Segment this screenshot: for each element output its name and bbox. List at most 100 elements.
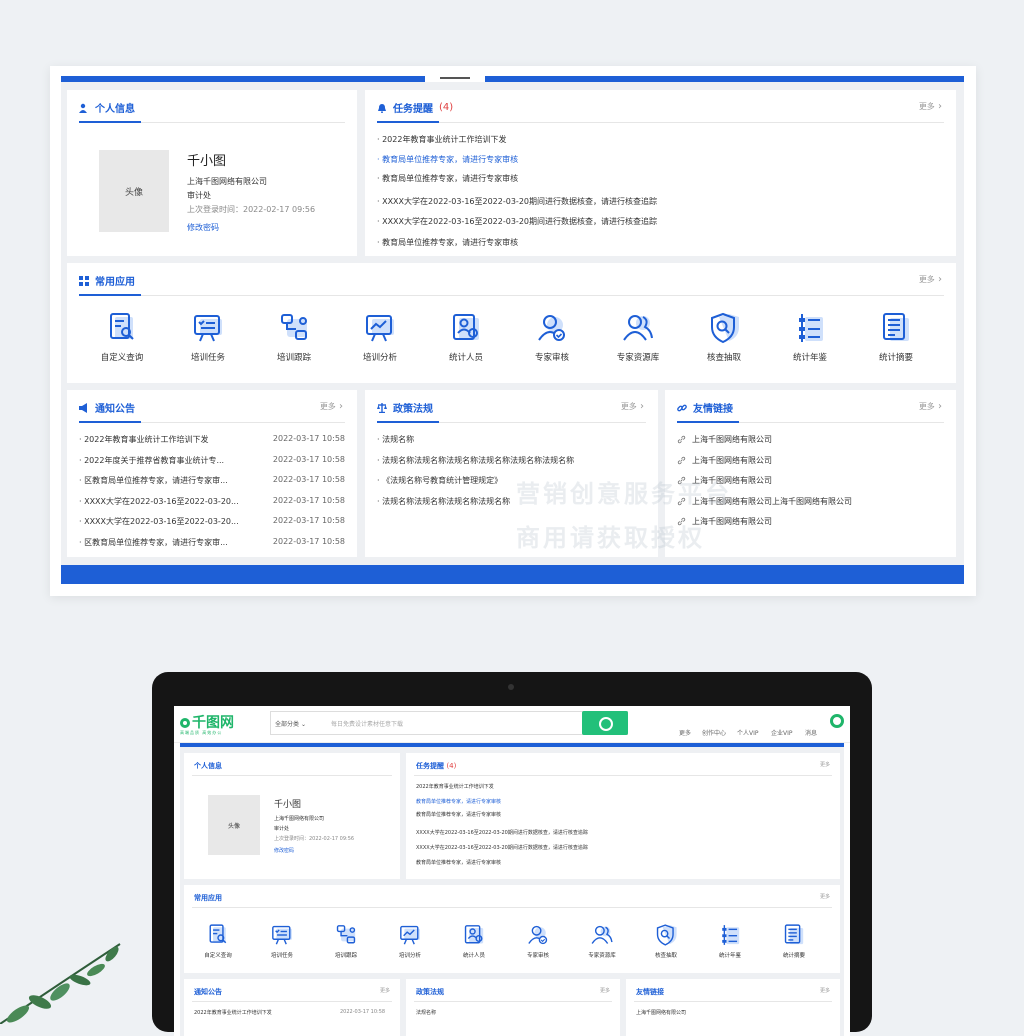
policy-item[interactable]: 法规名称 [377, 434, 414, 445]
apps-more-link[interactable]: 更多 [919, 274, 942, 285]
screen-task-more[interactable]: 更多 [820, 761, 830, 768]
nav-personal-vip[interactable]: 个人VIP [737, 728, 759, 737]
search-bar[interactable]: 全部分类 ⌄ 每日免费设计素材任意下载 [270, 711, 628, 735]
screen-app-0[interactable]: 自定义查询 [196, 923, 240, 959]
notice-row[interactable]: · 2022年度关于推荐省教育事业统计专... 2022-03-17 10:58 [79, 455, 345, 466]
screen-task-item[interactable]: 2022年教育事业统计工作培训下发 [416, 783, 494, 790]
nav-messages[interactable]: 消息 [805, 728, 817, 737]
friend-link-text: 上海千图网络有限公司 [692, 435, 772, 444]
task-item[interactable]: XXXX大学在2022-03-16至2022-03-20期间进行数据核查，请进行… [377, 216, 657, 227]
apps-title-text: 常用应用 [95, 277, 135, 288]
app-expert-review[interactable]: 专家审核 [517, 311, 587, 363]
notice-date: 2022-03-17 10:58 [272, 516, 345, 525]
user-card-icon [453, 314, 479, 340]
search-category-select[interactable]: 全部分类 ⌄ [275, 719, 306, 728]
notice-row[interactable]: · XXXX大学在2022-03-16至2022-03-20... 2022-03… [79, 496, 345, 507]
site-header: 千图网 高端品质 高效办公 全部分类 ⌄ 每日免费设计素材任意下载 更多 创作中… [174, 706, 850, 743]
change-password-link[interactable]: 修改密码 [187, 222, 219, 233]
task-count-badge: (4) [439, 102, 454, 113]
screen-app-label: 统计年鉴 [718, 953, 741, 959]
screen-app-label: 统计摘要 [782, 953, 805, 959]
notice-row[interactable]: · XXXX大学在2022-03-16至2022-03-20... 2022-03… [79, 516, 345, 527]
notice-date: 2022-03-17 10:58 [272, 434, 345, 443]
notice-text: 区教育局单位推荐专家，请进行专家审... [84, 538, 228, 547]
screen-links-card: 友情链接 更多 上海千图网络有限公司 [626, 979, 840, 1036]
screen-last-login: 上次登录时间：2022-02-17 09:56 [274, 836, 355, 842]
notice-row[interactable]: · 区教育局单位推荐专家，请进行专家审... 2022-03-17 10:58 [79, 475, 345, 486]
policy-item[interactable]: 法规名称法规名称法规名称法规名称法规名称法规名称 [377, 455, 574, 466]
task-item[interactable]: 2022年教育事业统计工作培训下发 [377, 134, 506, 145]
chart-board-icon [366, 315, 394, 342]
friend-link[interactable]: 上海千图网络有限公司 [677, 434, 772, 445]
screen-notice-more[interactable]: 更多 [380, 987, 390, 994]
task-item[interactable]: 教育局单位推荐专家，请进行专家审核 [377, 237, 518, 248]
screen-task-item[interactable]: XXXX大学在2022-03-16至2022-03-20期间进行数据核查，请进行… [416, 844, 588, 851]
app-training-analysis[interactable]: 培训分析 [345, 311, 415, 363]
site-logo[interactable]: 千图网 [180, 712, 234, 732]
user-avatar-icon[interactable] [830, 714, 844, 728]
policy-item[interactable]: 《法规名称号教育统计管理规定》 [377, 475, 502, 486]
screen-task-item[interactable]: 教育局单位推荐专家，请进行专家审核 [416, 859, 501, 866]
app-verification-sampling[interactable]: 核查抽取 [689, 311, 759, 363]
app-training-tracking[interactable]: 培训跟踪 [259, 311, 329, 363]
notice-more-link[interactable]: 更多 [320, 401, 343, 412]
screen-task-title: 任务提醒 (4) [416, 761, 456, 771]
task-more-link[interactable]: 更多 [919, 101, 942, 112]
profile-card: 个人信息 头像 千小图 上海千图网络有限公司 审计处 上次登录时间：2022-0… [67, 90, 357, 256]
screen-notice-text[interactable]: 2022年教育事业统计工作培训下发 [194, 1009, 272, 1016]
screen-profile-card: 个人信息 头像 千小图 上海千图网络有限公司 审计处 上次登录时间：2022-0… [184, 753, 400, 879]
app-custom-query[interactable]: 自定义查询 [87, 311, 157, 363]
screen-task-item[interactable]: XXXX大学在2022-03-16至2022-03-20期间进行数据核查，请进行… [416, 829, 588, 836]
task-item[interactable]: XXXX大学在2022-03-16至2022-03-20期间进行数据核查，请进行… [377, 196, 657, 207]
app-statistical-yearbook[interactable]: 统计年鉴 [775, 311, 845, 363]
users-icon [591, 925, 613, 944]
document-search-icon [209, 924, 227, 944]
task-item[interactable]: 教育局单位推荐专家，请进行专家审核 [377, 154, 518, 165]
screen-apps-more[interactable]: 更多 [820, 893, 830, 900]
link-icon [677, 435, 686, 444]
screen-policy-item[interactable]: 法规名称 [416, 1009, 436, 1016]
notice-text: 区教育局单位推荐专家，请进行专家审... [84, 476, 228, 485]
search-input[interactable]: 每日免费设计素材任意下载 [331, 719, 403, 728]
screen-app-5[interactable]: 专家审核 [516, 923, 560, 959]
task-item[interactable]: 教育局单位推荐专家，请进行专家审核 [377, 173, 518, 184]
screen-app-8[interactable]: 统计年鉴 [708, 923, 752, 959]
policy-item[interactable]: 法规名称法规名称法规名称法规名称 [377, 496, 510, 507]
policy-more-link[interactable]: 更多 [621, 401, 644, 412]
screen-app-6[interactable]: 专家资源库 [580, 923, 624, 959]
laptop-screen: 千图网 高端品质 高效办公 全部分类 ⌄ 每日免费设计素材任意下载 更多 创作中… [174, 706, 850, 1036]
screen-app-3[interactable]: 培训分析 [388, 923, 432, 959]
screen-avatar[interactable]: 头像 [208, 795, 260, 855]
friend-link[interactable]: 上海千图网络有限公司 [677, 455, 772, 466]
nav-creator-center[interactable]: 创作中心 [702, 728, 726, 737]
screen-app-4[interactable]: 统计人员 [452, 923, 496, 959]
screen-links-more[interactable]: 更多 [820, 987, 830, 994]
screen-change-password[interactable]: 修改密码 [274, 847, 294, 854]
screen-policy-more[interactable]: 更多 [600, 987, 610, 994]
screen-app-9[interactable]: 统计摘要 [772, 923, 816, 959]
links-more-link[interactable]: 更多 [919, 401, 942, 412]
nav-more[interactable]: 更多 [679, 728, 691, 737]
app-expert-library[interactable]: 专家资源库 [603, 311, 673, 363]
app-training-task[interactable]: 培训任务 [173, 311, 243, 363]
links-title-text: 友情链接 [693, 404, 733, 415]
search-button[interactable] [582, 711, 628, 735]
notice-row[interactable]: · 2022年教育事业统计工作培训下发 2022-03-17 10:58 [79, 434, 345, 445]
app-statistical-summary[interactable]: 统计摘要 [861, 311, 931, 363]
screen-friend-link[interactable]: 上海千图网络有限公司 [636, 1009, 686, 1016]
screen-app-1[interactable]: 培训任务 [260, 923, 304, 959]
title-divider [192, 1001, 392, 1002]
category-label: 全部分类 [275, 721, 300, 728]
screen-task-item[interactable]: 教育局单位推荐专家，请进行专家审核 [416, 798, 501, 805]
notice-row[interactable]: · 区教育局单位推荐专家，请进行专家审... 2022-03-17 10:58 [79, 537, 345, 548]
common-apps-card: 常用应用 更多 自定义查询 培训任务 培训跟踪 培训分析 统计 [67, 263, 956, 383]
nav-enterprise-vip[interactable]: 企业VIP [771, 728, 793, 737]
screen-task-item[interactable]: 教育局单位推荐专家，请进行专家审核 [416, 811, 501, 818]
screen-task-count: (4) [446, 762, 457, 770]
screen-app-2[interactable]: 培训跟踪 [324, 923, 368, 959]
app-statisticians[interactable]: 统计人员 [431, 311, 501, 363]
last-login-time: 上次登录时间：2022-02-17 09:56 [187, 205, 316, 214]
avatar[interactable]: 头像 [99, 150, 169, 232]
grid-icon [79, 275, 89, 286]
screen-app-7[interactable]: 核查抽取 [644, 923, 688, 959]
